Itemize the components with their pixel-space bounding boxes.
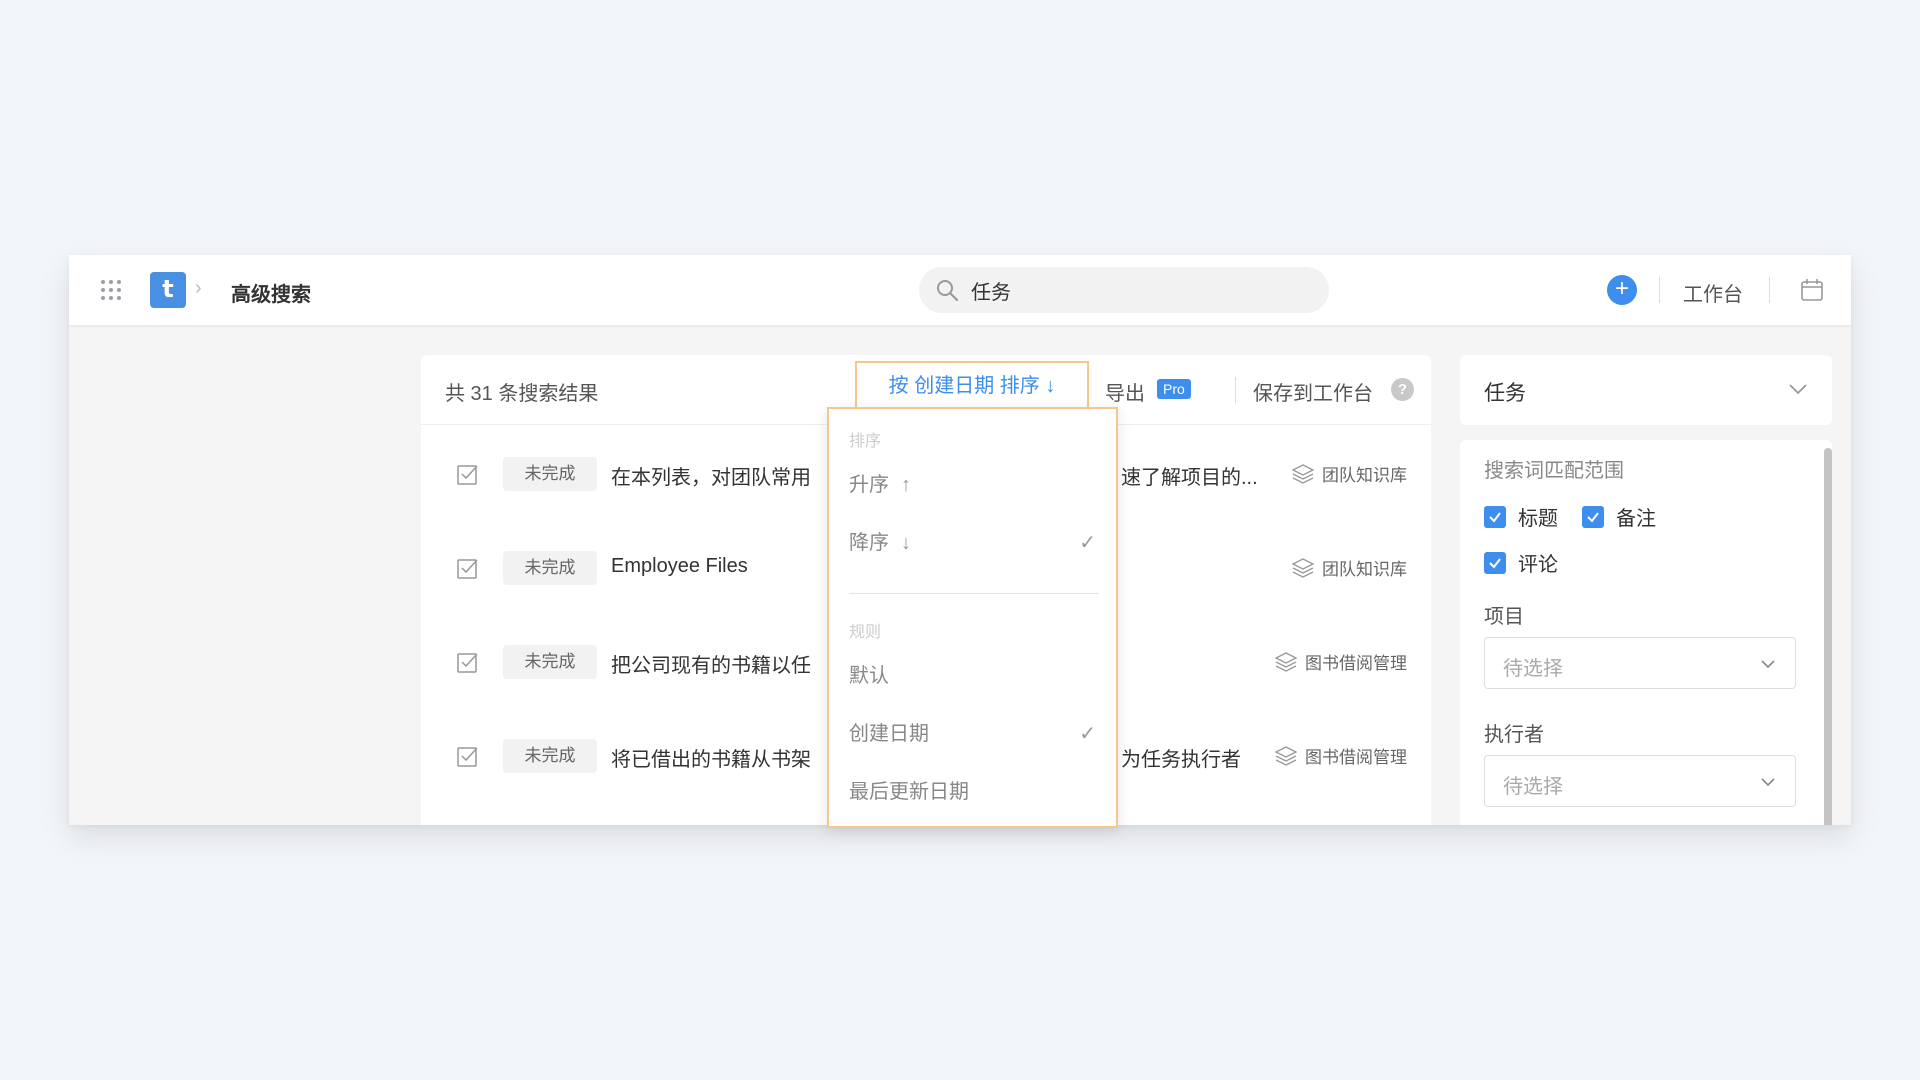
sort-dropdown-menu: 排序 升序 ↑ 降序 ↓ ✓ 规则 默认 创建日期 ✓ 最后更新日期 [827,407,1118,828]
project-name: 团队知识库 [1322,466,1407,485]
arrow-down-icon: ↓ [901,532,911,554]
checkbox-label: 标题 [1518,508,1558,530]
layers-icon [1275,745,1297,766]
calendar-icon[interactable] [1799,277,1825,303]
help-icon[interactable]: ? [1391,378,1414,401]
search-input[interactable] [971,267,1311,313]
divider [849,593,1099,594]
type-filter-header[interactable]: 任务 [1460,355,1832,425]
checkbox-task-icon[interactable] [457,557,479,579]
apps-grid-icon[interactable] [101,280,121,300]
checkbox-task-icon[interactable] [457,651,479,673]
page-title: 高级搜索 [231,284,311,306]
checkbox-notes[interactable]: 备注 [1582,502,1656,531]
type-filter-value: 任务 [1484,382,1526,405]
check-icon [1484,505,1506,528]
result-title-text: 将已借出的书籍从书架 [611,749,811,771]
sort-button[interactable]: 按 创建日期 排序 ↓ [855,361,1089,411]
export-button[interactable]: 导出 [1105,377,1145,406]
status-badge: 未完成 [503,457,597,491]
project-name: 团队知识库 [1322,560,1407,579]
result-title-text: 在本列表，对团队常用 [611,467,811,489]
app-logo[interactable]: t [150,272,186,308]
executor-select[interactable]: 待选择 [1484,755,1796,807]
chevron-down-icon [1761,660,1775,669]
menu-group-label: 规则 [849,624,882,641]
menu-item-label: 升序 [849,474,889,496]
checkbox-task-icon[interactable] [457,745,479,767]
result-title-tail: 速了解项目的... [1121,467,1258,489]
executor-placeholder: 待选择 [1503,776,1563,798]
match-scope-label: 搜索词匹配范围 [1484,460,1624,482]
checkbox-title[interactable]: 标题 [1484,502,1558,531]
menu-item-label: 默认 [849,665,889,687]
search-icon [937,280,959,302]
checkbox-task-icon[interactable] [457,463,479,485]
project-placeholder: 待选择 [1503,658,1563,680]
workbench-link[interactable]: 工作台 [1683,278,1743,307]
check-icon [1484,551,1506,574]
menu-item-label: 创建日期 [849,723,929,745]
menu-item-last-updated[interactable]: 最后更新日期 [829,772,1116,812]
filter-panel: 搜索词匹配范围 标题 备注 评论 项目 待选择 执行者 待选择 [1460,440,1832,825]
check-icon: ✓ [1079,532,1096,554]
project-tag[interactable]: 团队知识库 [1292,555,1407,580]
menu-item-descending[interactable]: 降序 ↓ ✓ [829,523,1116,563]
project-tag[interactable]: 图书借阅管理 [1275,649,1407,674]
checkbox-label: 备注 [1616,508,1656,530]
layers-icon [1292,557,1314,578]
divider [1769,277,1770,303]
menu-item-created-date[interactable]: 创建日期 ✓ [829,714,1116,754]
project-tag[interactable]: 团队知识库 [1292,461,1407,486]
executor-label: 执行者 [1484,724,1544,746]
divider [1659,277,1660,303]
menu-item-label: 最后更新日期 [849,781,969,803]
plus-icon[interactable]: + [1607,275,1637,305]
layers-icon [1292,463,1314,484]
save-to-workbench-button[interactable]: 保存到工作台 [1253,377,1373,406]
arrow-up-icon: ↑ [901,474,911,496]
menu-item-ascending[interactable]: 升序 ↑ [829,465,1116,505]
layers-icon [1275,651,1297,672]
project-name: 图书借阅管理 [1305,748,1407,767]
scrollbar[interactable] [1824,448,1832,825]
check-icon: ✓ [1079,723,1096,745]
result-title-text: 把公司现有的书籍以任 [611,655,811,677]
checkbox-comments[interactable]: 评论 [1484,548,1558,577]
chevron-down-icon[interactable] [1786,377,1810,401]
pro-badge: Pro [1157,379,1191,399]
top-bar: t › 高级搜索 + 工作台 [69,255,1851,325]
status-badge: 未完成 [503,645,597,679]
divider [1235,377,1236,403]
chevron-right-icon: › [195,277,202,299]
menu-item-label: 降序 [849,532,889,554]
project-tag[interactable]: 图书借阅管理 [1275,743,1407,768]
search-box[interactable] [919,267,1329,313]
result-title-tail: 为任务执行者 [1121,749,1241,771]
check-icon [1582,505,1604,528]
checkbox-label: 评论 [1518,554,1558,576]
menu-item-default[interactable]: 默认 [829,656,1116,696]
chevron-down-icon [1761,778,1775,787]
result-count: 共 31 条搜索结果 [445,383,599,405]
menu-group-label: 排序 [849,433,882,450]
result-title-text: Employee Files [611,555,748,577]
project-label: 项目 [1484,606,1524,628]
status-badge: 未完成 [503,739,597,773]
status-badge: 未完成 [503,551,597,585]
project-select[interactable]: 待选择 [1484,637,1796,689]
project-name: 图书借阅管理 [1305,654,1407,673]
